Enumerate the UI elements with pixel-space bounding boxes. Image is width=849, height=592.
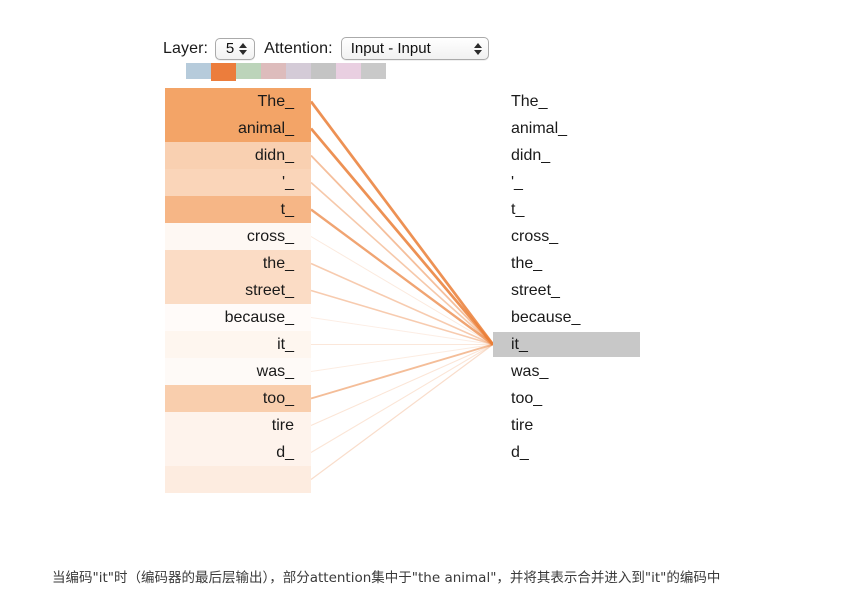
swatch-head-3[interactable] (261, 63, 286, 79)
source-token-row[interactable]: the_ (165, 250, 311, 277)
source-token-label: because_ (224, 309, 294, 326)
source-token-column[interactable]: The_ animal_ didn_ '_ t_ cross_ the_ street_bec… (165, 88, 311, 493)
target-token-label: was_ (511, 363, 549, 380)
source-token-label: animal_ (237, 120, 294, 137)
head-swatch-bar[interactable] (186, 63, 386, 81)
chevron-up-icon[interactable] (239, 42, 248, 48)
source-token-row[interactable]: t_ (165, 196, 311, 223)
attention-edge (310, 344, 494, 480)
attention-edge (309, 100, 495, 346)
attention-edge (310, 236, 494, 345)
target-token-row[interactable]: animal_ (511, 115, 671, 142)
target-token-label: the_ (511, 255, 543, 272)
source-token-label: d_ (276, 444, 294, 461)
source-token-row[interactable]: cross_ (165, 223, 311, 250)
chevron-up-icon[interactable] (473, 42, 482, 48)
attention-edge (310, 154, 494, 346)
source-token-row[interactable]: because_ (165, 304, 311, 331)
source-token-label: '_ (282, 174, 294, 191)
figure-caption: 当编码"it"时（编码器的最后层输出），部分attention集中于"the a… (52, 570, 721, 586)
source-token-label: the_ (262, 255, 294, 272)
target-token-label: it_ (511, 336, 528, 353)
swatch-head-5[interactable] (311, 63, 336, 79)
layer-label: Layer: (163, 39, 209, 57)
swatch-head-6[interactable] (336, 63, 361, 79)
stepper-arrows[interactable] (239, 42, 248, 55)
target-token-label: too_ (511, 390, 543, 407)
source-token-row[interactable]: '_ (165, 169, 311, 196)
target-token-row[interactable]: too_ (511, 385, 671, 412)
target-token-row[interactable]: t_ (511, 196, 671, 223)
target-token-label: d_ (511, 444, 529, 461)
swatch-head-1[interactable] (211, 63, 236, 81)
swatch-head-7[interactable] (361, 63, 386, 79)
attention-lines (309, 100, 495, 480)
target-token-label: tire (511, 417, 534, 434)
source-token-label: street_ (245, 282, 294, 299)
attention-edge (310, 289, 494, 346)
source-token-row[interactable]: d_ (165, 439, 311, 466)
source-token-label: was_ (256, 363, 294, 380)
target-token-label: t_ (511, 201, 525, 218)
target-token-row[interactable]: tire (511, 412, 671, 439)
attention-edge (310, 181, 494, 346)
select-arrows[interactable] (473, 42, 482, 55)
target-token-row[interactable]: cross_ (511, 223, 671, 250)
attention-label: Attention: (264, 39, 333, 57)
chevron-down-icon[interactable] (473, 49, 482, 55)
target-token-row[interactable]: didn_ (511, 142, 671, 169)
target-token-label: animal_ (511, 120, 568, 137)
target-token-row[interactable]: '_ (511, 169, 671, 196)
target-token-label: because_ (511, 309, 581, 326)
attention-edge (310, 344, 494, 372)
source-token-row[interactable]: was_ (165, 358, 311, 385)
attention-edge (310, 344, 494, 426)
target-token-row[interactable]: because_ (511, 304, 671, 331)
source-token-row[interactable]: animal_ (165, 115, 311, 142)
target-token-label: street_ (511, 282, 560, 299)
source-token-row[interactable]: tire (165, 412, 311, 439)
attention-edge (309, 127, 495, 346)
target-token-row[interactable]: The_ (511, 88, 671, 115)
target-token-label: cross_ (511, 228, 559, 245)
source-token-row[interactable]: didn_ (165, 142, 311, 169)
source-token-row[interactable] (165, 466, 311, 493)
source-token-label: cross_ (246, 228, 294, 245)
swatch-head-0[interactable] (186, 63, 211, 79)
attention-edge (310, 344, 494, 453)
target-token-row[interactable]: d_ (511, 439, 671, 466)
target-token-column[interactable]: The_ animal_ didn_ '_ t_ cross_ the_ street_bec… (493, 88, 671, 466)
layer-value: 5 (225, 40, 235, 57)
attention-select[interactable]: Input - Input (340, 37, 489, 60)
source-token-label: t_ (280, 201, 294, 218)
attention-edge (310, 317, 494, 345)
target-token-label: The_ (511, 93, 548, 110)
swatch-head-2[interactable] (236, 63, 261, 79)
attention-edge (310, 262, 494, 346)
target-token-label: didn_ (511, 147, 551, 164)
layer-stepper[interactable]: 5 (215, 37, 256, 60)
attention-edge (310, 208, 494, 346)
attention-edge (310, 343, 494, 400)
chevron-down-icon[interactable] (239, 49, 248, 55)
source-token-label: too_ (262, 390, 294, 407)
swatch-head-4[interactable] (286, 63, 311, 79)
source-token-row[interactable]: too_ (165, 385, 311, 412)
source-token-label: didn_ (254, 147, 294, 164)
source-token-label: tire (271, 417, 294, 434)
controls-bar: Layer: 5 Attention: Input - Input (163, 36, 489, 61)
attention-visualizer: Layer: 5 Attention: Input - Input The_an… (0, 0, 849, 592)
target-token-row-selected[interactable]: it_ (493, 331, 671, 358)
target-token-row[interactable]: street_ (511, 277, 671, 304)
target-token-label: '_ (511, 174, 523, 191)
source-token-row[interactable]: The_ (165, 88, 311, 115)
source-token-label: it_ (277, 336, 294, 353)
source-token-row[interactable]: it_ (165, 331, 311, 358)
source-token-label: The_ (257, 93, 294, 110)
target-token-row[interactable]: was_ (511, 358, 671, 385)
source-token-row[interactable]: street_ (165, 277, 311, 304)
target-token-row[interactable]: the_ (511, 250, 671, 277)
attention-value: Input - Input (350, 40, 431, 57)
